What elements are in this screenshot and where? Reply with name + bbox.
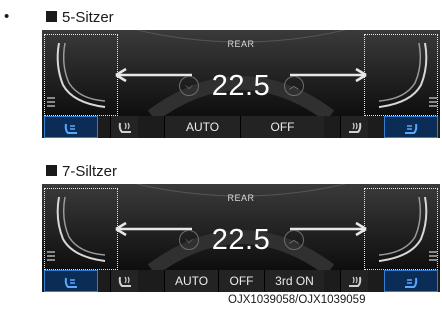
section-label-text: 5-Sitzer	[62, 9, 114, 26]
temp-up-button[interactable]: ︿	[284, 230, 304, 250]
auto-button[interactable]: AUTO	[164, 116, 240, 138]
seat-ventilation-right-button[interactable]	[384, 116, 438, 138]
square-bullet-icon	[46, 165, 57, 176]
climate-panel-7-seater: REAR ⌵ 22.5 ︿ AUTO OFF 3rd ON	[42, 184, 440, 292]
section-title-7-seater: 7-Siltzer	[46, 163, 117, 180]
seat-ventilation-icon	[63, 121, 79, 135]
seat-ventilation-right-button[interactable]	[384, 270, 438, 292]
seat-ventilation-left-button[interactable]	[44, 270, 98, 292]
seat-ventilation-left-button[interactable]	[44, 116, 98, 138]
seat-ventilation-icon	[63, 275, 79, 289]
section-label-text: 7-Siltzer	[62, 163, 118, 180]
seat-ventilation-icon	[403, 121, 419, 135]
rear-label: REAR	[227, 39, 255, 49]
chevron-up-icon: ︿	[289, 81, 299, 92]
seat-heater-icon	[117, 120, 133, 134]
figure-caption: OJX1039058/OJX1039059	[228, 294, 366, 306]
climate-panel-5-seater: REAR ⌵ 22.5 ︿ AUTO OFF	[42, 30, 440, 138]
off-button[interactable]: OFF	[218, 270, 264, 292]
bullet-marker: •	[4, 8, 10, 25]
seat-heat-right-button[interactable]	[340, 116, 368, 138]
seat-heat-right-button[interactable]	[340, 270, 368, 292]
third-row-on-button[interactable]: 3rd ON	[264, 270, 324, 292]
square-bullet-icon	[46, 11, 57, 22]
control-bar: AUTO OFF	[42, 116, 440, 138]
seat-heater-icon	[117, 274, 133, 288]
auto-button[interactable]: AUTO	[164, 270, 218, 292]
off-button[interactable]: OFF	[240, 116, 324, 138]
temp-up-button[interactable]: ︿	[284, 76, 304, 96]
seat-heater-icon	[347, 274, 363, 288]
control-bar: AUTO OFF 3rd ON	[42, 270, 440, 292]
section-title-5-seater: 5-Sitzer	[46, 9, 114, 26]
seat-heat-left-button[interactable]	[110, 270, 138, 292]
rear-label: REAR	[227, 193, 255, 203]
seat-ventilation-icon	[403, 275, 419, 289]
seat-heater-icon	[347, 120, 363, 134]
seat-heat-left-button[interactable]	[110, 116, 138, 138]
temperature-display: 22.5	[211, 224, 271, 256]
chevron-up-icon: ︿	[289, 235, 299, 246]
temperature-display: 22.5	[211, 70, 271, 102]
